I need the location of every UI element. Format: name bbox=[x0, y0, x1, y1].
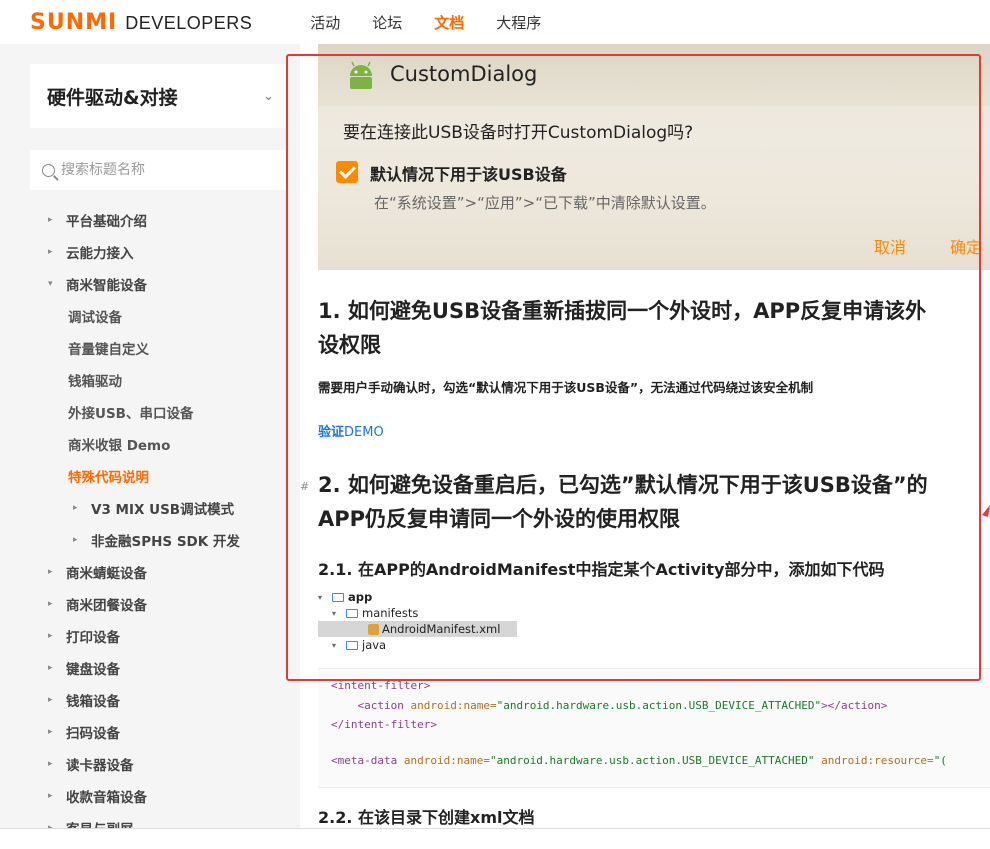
search-icon bbox=[42, 163, 55, 177]
code-line-5: <meta-data android:name="android.hardwar… bbox=[331, 754, 947, 767]
doc-content: CustomDialog 要在连接此USB设备时打开CustomDialog吗?… bbox=[300, 44, 990, 828]
chevron-right-icon: ▸ bbox=[48, 663, 53, 673]
xml-file-icon bbox=[368, 623, 379, 635]
chevron-right-icon: ▸ bbox=[48, 247, 53, 257]
chevron-right-icon: ▸ bbox=[48, 215, 53, 225]
sidebar-item-scanner[interactable]: ▸ 扫码设备 bbox=[0, 720, 120, 744]
file-tree-java: ▾ java bbox=[332, 638, 387, 652]
code-line-2: <action android:name="android.hardware.u… bbox=[357, 699, 888, 712]
paragraph-confirm: 需要用户手动确认时，勾选“默认情况下用于该USB设备”，无法通过代码绕过该安全机… bbox=[318, 380, 814, 395]
sidebar-item-printer[interactable]: ▸ 打印设备 bbox=[0, 624, 120, 648]
demo-link-suffix: DEMO bbox=[344, 425, 384, 440]
sidebar-item-cashbox[interactable]: ▸ 钱箱设备 bbox=[0, 688, 120, 712]
chevron-right-icon: ▸ bbox=[73, 503, 78, 513]
sidebar-item-speaker[interactable]: ▸ 收款音箱设备 bbox=[0, 784, 147, 808]
chevron-right-icon: ▸ bbox=[48, 695, 53, 705]
chevron-down-icon: ▾ bbox=[332, 640, 337, 650]
sidebar-item-platform-intro[interactable]: ▸ 平台基础介绍 bbox=[0, 208, 147, 232]
folder-icon bbox=[346, 608, 358, 618]
dialog-photo: CustomDialog 要在连接此USB设备时打开CustomDialog吗?… bbox=[318, 44, 990, 270]
sidebar-item-card-reader[interactable]: ▸ 读卡器设备 bbox=[0, 752, 134, 776]
code-block: <intent-filter> <action android:name="an… bbox=[318, 668, 990, 788]
file-tree-manifests: ▾ manifests bbox=[332, 606, 419, 620]
annotation-arrow-icon bbox=[982, 505, 990, 517]
chevron-right-icon: ▸ bbox=[73, 535, 78, 545]
logo-mark: SUNMI bbox=[30, 9, 118, 35]
heading-1-line2: 设权限 bbox=[318, 333, 381, 357]
file-tree-image: ▾ app ▾ manifests AndroidManifest.xml ▾ jav… bbox=[318, 589, 518, 659]
nav-forum[interactable]: 论坛 bbox=[372, 12, 402, 33]
chevron-down-icon: ▾ bbox=[332, 608, 337, 618]
heading-2-line2: APP仍反复申请同一个外设的使用权限 bbox=[318, 507, 681, 531]
sidebar-item-usb-serial[interactable]: 外接USB、串口设备 bbox=[0, 400, 193, 424]
android-icon bbox=[350, 61, 372, 89]
dialog-ok-text: 确定 bbox=[950, 238, 983, 257]
heading-1-line1: 1. 如何避免USB设备重新插拔同一个外设时，APP反复申请该外 bbox=[318, 299, 927, 323]
top-nav: SUNMI DEVELOPERS 活动 论坛 文档 大程序 bbox=[0, 0, 990, 44]
chevron-down-icon: ▾ bbox=[318, 592, 323, 602]
file-tree-manifest-file: AndroidManifest.xml bbox=[368, 621, 500, 637]
sidebar-item-cashbox-driver[interactable]: 钱箱驱动 bbox=[0, 368, 122, 392]
sidebar-item-v3-mix-usb[interactable]: ▸ V3 MIX USB调试模式 bbox=[0, 496, 234, 520]
nav-activities[interactable]: 活动 bbox=[310, 12, 340, 33]
sidebar-item-canteen[interactable]: ▸ 商米团餐设备 bbox=[0, 592, 147, 616]
chevron-down-icon: ▾ bbox=[48, 279, 53, 289]
bottom-bar bbox=[0, 828, 990, 849]
chevron-right-icon: ▸ bbox=[48, 727, 53, 737]
code-line-3: </intent-filter> bbox=[331, 718, 437, 731]
logo-text: DEVELOPERS bbox=[125, 12, 253, 33]
dialog-checkbox-label: 默认情况下用于该USB设备 bbox=[370, 165, 567, 184]
checkbox-checked-icon bbox=[336, 161, 358, 183]
sidebar: 硬件驱动&对接 ⌄ ▸平台基础介绍 ▸云能力接入 ▾商米智能设备 调试设备 音量… bbox=[0, 44, 300, 828]
folder-icon bbox=[346, 640, 358, 650]
nav-docs[interactable]: 文档 bbox=[434, 12, 464, 33]
chevron-down-icon: ⌄ bbox=[263, 88, 274, 104]
heading-anchor[interactable]: # bbox=[300, 480, 309, 493]
sidebar-item-volume-key[interactable]: 音量键自定义 bbox=[0, 336, 149, 360]
demo-link-prefix: 验证 bbox=[318, 425, 345, 440]
sidebar-item-smart-devices[interactable]: ▾ 商米智能设备 bbox=[0, 272, 147, 296]
sidebar-item-keyboard[interactable]: ▸ 键盘设备 bbox=[0, 656, 120, 680]
chevron-right-icon: ▸ bbox=[48, 791, 53, 801]
sidebar-item-cloud[interactable]: ▸ 云能力接入 bbox=[0, 240, 134, 264]
dialog-question: 要在连接此USB设备时打开CustomDialog吗? bbox=[343, 123, 694, 143]
logo[interactable]: SUNMI DEVELOPERS bbox=[30, 10, 252, 35]
subheading-2-2: 2.2. 在该目录下创建xml文档 bbox=[318, 808, 535, 827]
page: SUNMI DEVELOPERS 活动 论坛 文档 大程序 硬件驱动&对接 ⌄ … bbox=[0, 0, 990, 849]
nav-mini-program[interactable]: 大程序 bbox=[496, 12, 541, 33]
dialog-title: CustomDialog bbox=[390, 62, 538, 86]
sidebar-item-dragonfly[interactable]: ▸ 商米蜻蜓设备 bbox=[0, 560, 147, 584]
sidebar-item-debug[interactable]: 调试设备 bbox=[0, 304, 122, 328]
folder-icon bbox=[332, 592, 344, 602]
file-tree-app: ▾ app bbox=[318, 590, 373, 604]
chevron-right-icon: ▸ bbox=[48, 567, 53, 577]
heading-2-line1: 2. 如何避免设备重启后，已勾选”默认情况下用于该USB设备”的 bbox=[318, 473, 928, 497]
chevron-right-icon: ▸ bbox=[48, 599, 53, 609]
chevron-right-icon: ▸ bbox=[48, 631, 53, 641]
subheading-2-1: 2.1. 在APP的AndroidManifest中指定某个Activity部分… bbox=[318, 560, 885, 579]
sidebar-item-cashier-demo[interactable]: 商米收银 Demo bbox=[0, 432, 170, 456]
chevron-right-icon: ▸ bbox=[48, 759, 53, 769]
sidebar-search bbox=[30, 150, 288, 190]
sidebar-category-select[interactable]: 硬件驱动&对接 ⌄ bbox=[30, 64, 288, 128]
code-line-1: <intent-filter> bbox=[331, 679, 431, 692]
dialog-cancel-text: 取消 bbox=[874, 238, 907, 257]
dialog-hint: 在“系统设置”>“应用”>“已下载”中清除默认设置。 bbox=[374, 194, 716, 212]
sidebar-item-special-code[interactable]: 特殊代码说明 bbox=[0, 464, 149, 488]
demo-link[interactable]: 验证DEMO bbox=[318, 421, 384, 440]
nav-links: 活动 论坛 文档 大程序 bbox=[310, 12, 573, 33]
sidebar-item-sphs-sdk[interactable]: ▸ 非金融SPHS SDK 开发 bbox=[0, 528, 240, 552]
search-input[interactable] bbox=[61, 162, 281, 178]
sidebar-item-display[interactable]: ▸客显与副屏 bbox=[0, 816, 134, 828]
sidebar-title: 硬件驱动&对接 bbox=[47, 86, 178, 109]
